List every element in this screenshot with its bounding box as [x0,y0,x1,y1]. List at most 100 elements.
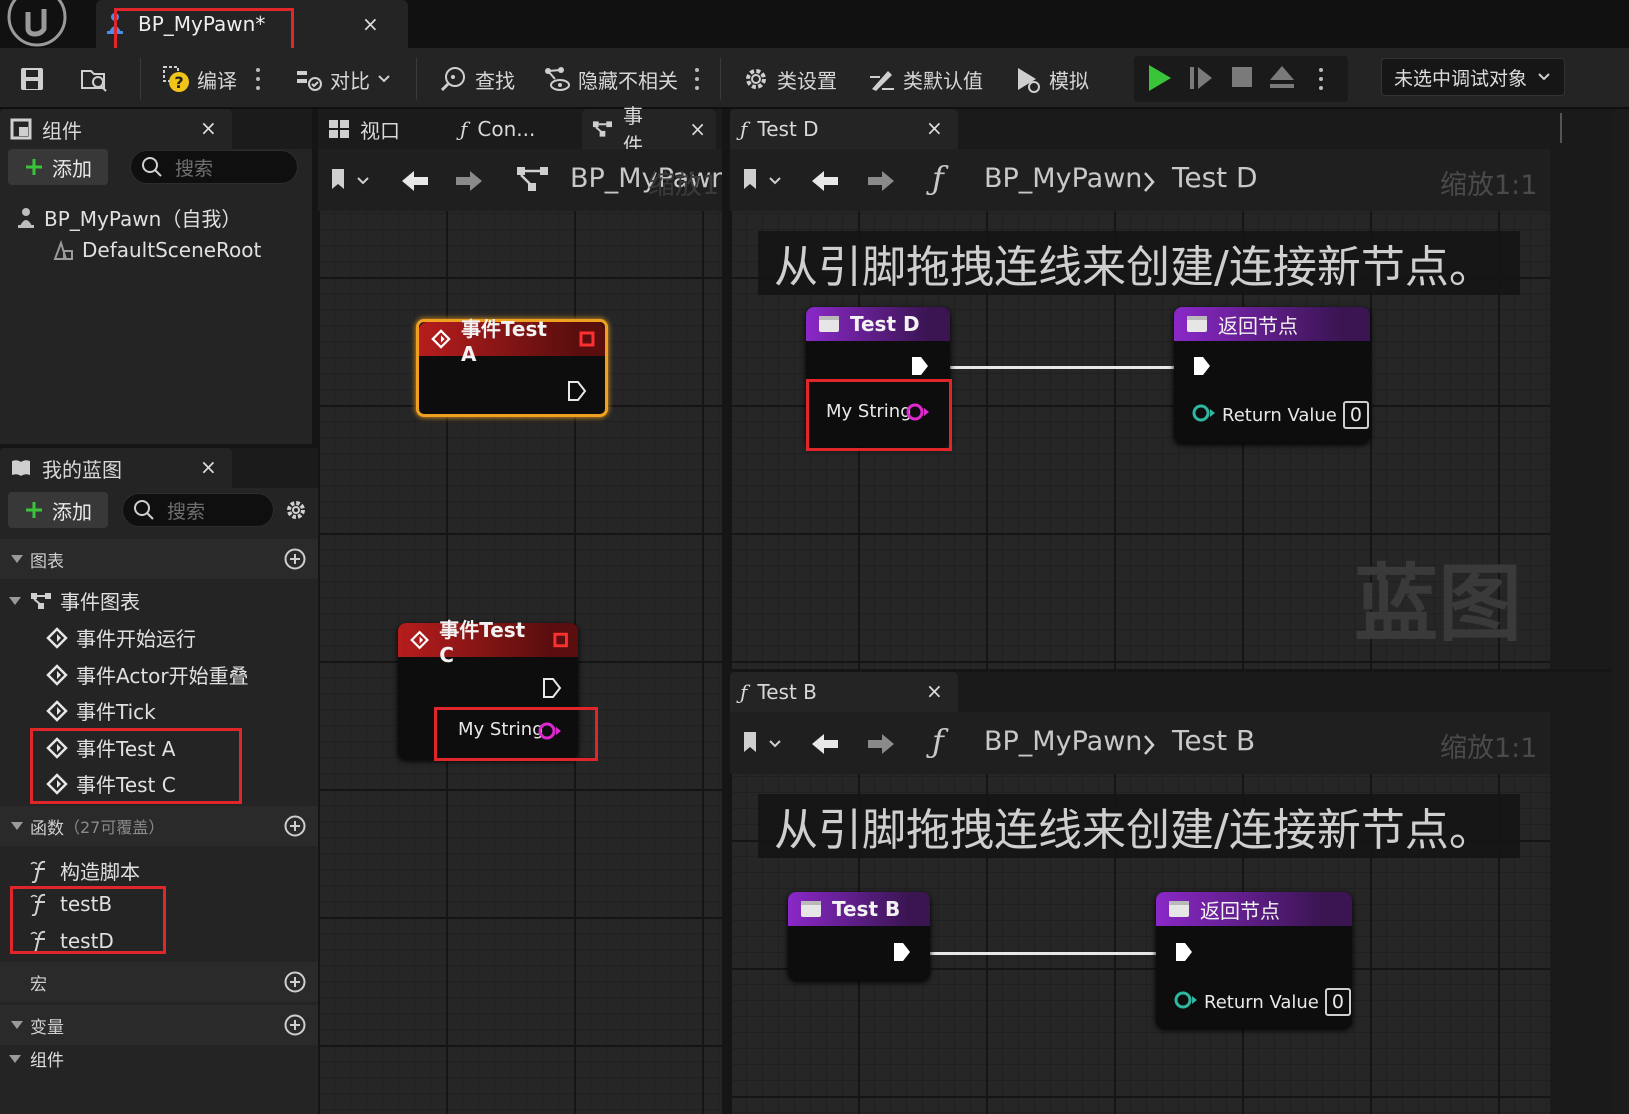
document-tab-close-button[interactable]: × [362,12,379,36]
exec-out-pin-icon[interactable] [892,941,912,963]
title-bar: BP_MyPawn* × [0,0,1629,56]
tab-event-graph[interactable]: 事件... × [582,104,716,157]
simulate-button[interactable]: 模拟 [1014,62,1089,96]
bookmark-icon[interactable] [330,167,372,195]
find-button[interactable]: 查找 [440,62,515,96]
macros-category[interactable]: 宏 [0,962,320,1002]
tab-test-b[interactable]: ƒ Test B × [730,672,958,712]
right-edge-strip [1612,109,1629,1114]
event-node-test-a[interactable]: 事件Test A [416,317,608,417]
component-item-default-scene-root[interactable]: DefaultSceneRoot [52,238,261,262]
return-value-input[interactable]: 0 [1342,401,1369,429]
exec-in-pin-icon[interactable] [1192,355,1212,377]
browse-button[interactable] [80,62,108,96]
return-node-test-d[interactable]: 返回节点 Return Value 0 [1174,307,1370,443]
save-button[interactable] [18,62,46,96]
component-item-self[interactable]: BP_MyPawn（自我） [16,203,241,232]
function-item-test-b[interactable]: testB [30,892,112,916]
add-graph-icon[interactable] [284,548,306,570]
play-icon[interactable] [1146,62,1174,94]
event-item-begin-play[interactable]: 事件开始运行 [46,623,196,652]
add-variable-icon[interactable] [284,1014,306,1036]
functions-category[interactable]: 函数 （27可覆盖） [0,806,320,846]
event-graph-item[interactable]: 事件图表 [8,586,140,615]
delegate-pin-icon[interactable] [553,632,568,648]
back-arrow-icon[interactable] [810,732,840,756]
event-node-test-c[interactable]: 事件Test C My String [398,618,578,759]
string-pin-icon[interactable] [906,402,930,422]
class-defaults-button[interactable]: 类默认值 [868,62,983,96]
exec-out-pin-icon[interactable] [567,380,587,402]
my-blueprint-close-button[interactable]: × [200,455,217,479]
exec-wire [944,366,1178,369]
event-item-test-a[interactable]: 事件Test A [46,733,175,762]
function-item-construction-script[interactable]: 构造脚本 [30,856,140,885]
components-search-input[interactable]: 搜索 [130,150,298,184]
function-entry-node-test-d[interactable]: Test D My String [806,307,950,447]
add-function-icon[interactable] [284,815,306,837]
tab-event-close-button[interactable]: × [689,117,706,141]
back-arrow-icon[interactable] [810,169,840,193]
function-item-label: testD [60,929,114,953]
components-close-button[interactable]: × [200,116,217,140]
my-blueprint-search-input[interactable]: 搜索 [122,493,274,527]
forward-arrow-icon[interactable] [866,169,896,193]
compile-options-icon[interactable] [255,68,261,92]
variables-category[interactable]: 变量 [0,1005,320,1045]
graphs-category[interactable]: 图表 [0,539,320,579]
document-tab[interactable]: BP_MyPawn* × [96,0,408,48]
test-d-breadcrumb-root[interactable]: BP_MyPawn [984,163,1142,194]
return-value-input[interactable]: 0 [1324,988,1351,1016]
my-blueprint-add-button[interactable]: 添加 [8,492,108,528]
tab-test-d[interactable]: ƒ Test D × [730,109,958,149]
bool-pin-icon[interactable] [1174,990,1198,1010]
unreal-logo-icon[interactable] [6,0,68,47]
bool-pin-icon[interactable] [1192,403,1216,423]
tab-construction-script[interactable]: ƒ Con... [450,109,578,149]
components-add-button[interactable]: 添加 [8,149,108,185]
function-entry-node-test-b[interactable]: Test B [788,892,930,980]
event-item-test-c[interactable]: 事件Test C [46,769,176,798]
diff-dropdown[interactable]: 对比 [295,62,391,96]
test-d-graph-canvas[interactable]: ƒ BP_MyPawn Test D 缩放1:1 从引脚拖拽连线来创建/连接新节… [730,149,1550,669]
scene-component-icon [53,239,73,260]
forward-arrow-icon[interactable] [454,169,484,193]
eject-icon[interactable] [1268,64,1296,90]
debug-target-dropdown[interactable]: 未选中调试对象 [1381,58,1565,96]
stop-icon[interactable] [1230,65,1254,89]
delegate-pin-icon[interactable] [579,331,595,347]
settings-gear-icon[interactable] [284,498,308,522]
test-b-graph-canvas[interactable]: ƒ BP_MyPawn Test B 缩放1:1 从引脚拖拽连线来创建/连接新节… [730,712,1550,1114]
tab-test-d-close-button[interactable]: × [926,116,943,140]
event-icon [46,663,68,686]
folder-search-icon [81,70,107,92]
play-options-icon[interactable] [1318,68,1324,92]
hide-unrelated-button[interactable]: 隐藏不相关 [543,62,678,96]
exec-out-pin-icon[interactable] [542,677,562,699]
tab-test-b-close-button[interactable]: × [926,679,943,703]
step-icon[interactable] [1188,64,1214,92]
class-defaults-label: 类默认值 [903,68,983,93]
tab-viewport[interactable]: 视口 [318,109,444,149]
add-macro-icon[interactable] [284,971,306,993]
class-settings-button[interactable]: 类设置 [742,62,837,96]
forward-arrow-icon[interactable] [866,732,896,756]
find-options-icon[interactable] [694,68,700,92]
components-subcategory[interactable]: 组件 [8,1046,64,1071]
my-blueprint-tab[interactable]: 我的蓝图 × [0,448,232,488]
components-tab[interactable]: 组件 × [0,109,232,149]
return-node-test-b[interactable]: 返回节点 Return Value 0 [1156,892,1352,1028]
exec-in-pin-icon[interactable] [1174,941,1194,963]
bookmark-icon[interactable] [742,730,784,758]
event-item-actor-begin-overlap[interactable]: 事件Actor开始重叠 [46,660,249,689]
back-arrow-icon[interactable] [400,169,430,193]
compile-button[interactable]: ? 编译 [162,62,237,96]
function-item-test-d[interactable]: testD [30,929,114,953]
event-item-label: 事件Actor开始重叠 [76,664,249,688]
exec-out-pin-icon[interactable] [910,355,930,377]
event-graph-canvas[interactable]: BP_MyPawn 缩放1:1 事件Test A 事件Test C My Str… [318,149,722,1114]
event-item-tick[interactable]: 事件Tick [46,696,156,725]
bookmark-icon[interactable] [742,167,784,195]
string-pin-icon[interactable] [538,721,562,741]
test-b-breadcrumb-root[interactable]: BP_MyPawn [984,726,1142,757]
